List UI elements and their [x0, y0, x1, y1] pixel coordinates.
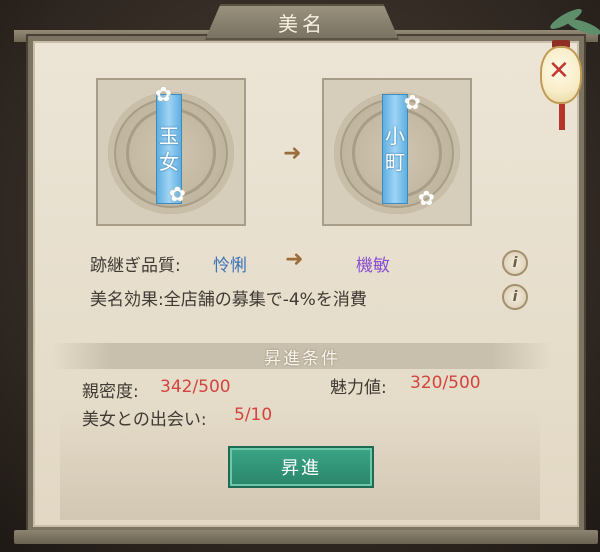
next-title-portrait: 小 町 ✿ ✿ [322, 78, 472, 226]
panel-bottom-bar [14, 530, 598, 544]
next-quality-value: 機敏 [356, 256, 390, 276]
current-quality-value: 怜悧 [213, 256, 247, 276]
white-flower-icon: ✿ [155, 82, 172, 106]
intimacy-value: 342/500 [160, 377, 231, 397]
title-char: 小 [385, 124, 405, 148]
right-arrow-icon: ➜ [283, 141, 302, 166]
white-flower-icon: ✿ [404, 90, 421, 114]
charm-value: 320/500 [410, 373, 481, 393]
conditions-title: 昇進条件 [264, 348, 340, 369]
title-char: 女 [159, 150, 179, 174]
charm-label: 魅力値: [330, 378, 387, 398]
upgrade-button-label: 昇進 [281, 458, 321, 479]
title-plaque: 美名 [205, 4, 399, 40]
right-arrow-icon: ➜ [285, 247, 304, 272]
meetings-label: 美女との出会い: [82, 410, 207, 430]
intimacy-label: 親密度: [82, 382, 139, 402]
title-char: 玉 [159, 124, 179, 148]
info-icon[interactable]: i [502, 250, 528, 276]
conditions-header: 昇進条件 [52, 343, 552, 369]
title-char: 町 [385, 150, 405, 174]
close-icon[interactable]: ✕ [548, 58, 570, 84]
white-flower-icon: ✿ [418, 186, 435, 210]
info-icon[interactable]: i [502, 284, 528, 310]
upgrade-button[interactable]: 昇進 [228, 446, 374, 488]
current-title-portrait: 玉 女 ✿ ✿ [96, 78, 246, 226]
window-title: 美名 [278, 11, 326, 36]
lantern-tassel [559, 104, 565, 130]
white-flower-icon: ✿ [169, 182, 186, 206]
quality-label: 跡継ぎ品質: [90, 256, 181, 276]
effect-text: 美名効果:全店舗の募集で-4%を消費 [90, 290, 367, 310]
meetings-value: 5/10 [234, 405, 273, 425]
